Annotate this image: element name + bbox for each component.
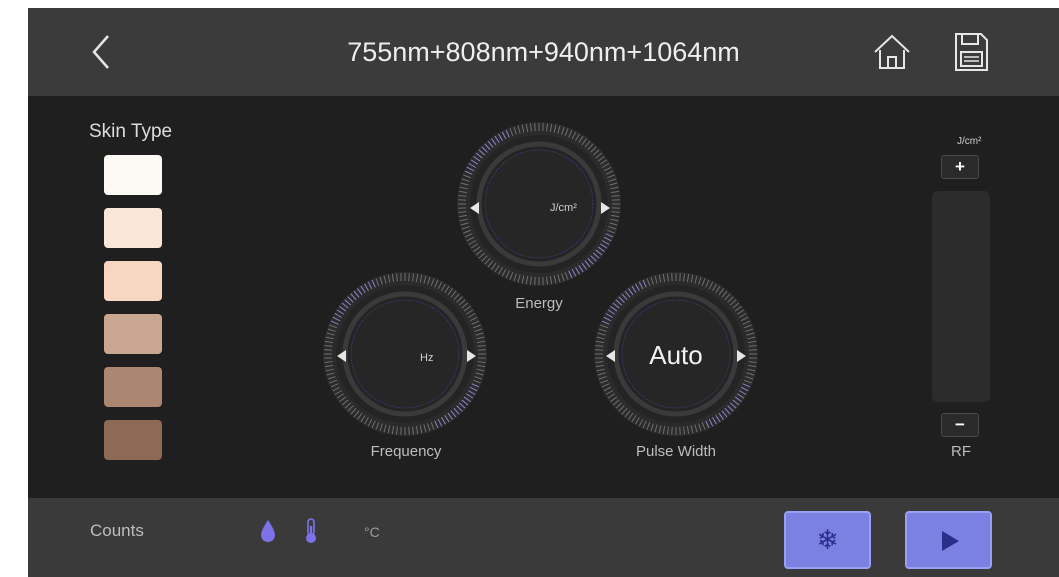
save-button[interactable]	[951, 30, 991, 74]
snowflake-icon: ❄	[816, 524, 839, 555]
frequency-label: Frequency	[370, 443, 442, 460]
frequency-knob	[323, 272, 487, 436]
cooling-button[interactable]: ❄	[784, 511, 871, 569]
frequency-dial[interactable]	[322, 271, 488, 437]
rf-increase-button[interactable]: +	[941, 155, 979, 179]
rf-label: RF	[951, 443, 971, 460]
frequency-increase-arrow[interactable]	[467, 350, 476, 362]
counts-label: Counts	[90, 521, 144, 540]
frequency-decrease-arrow[interactable]	[337, 350, 346, 362]
rf-decrease-button[interactable]: −	[941, 413, 979, 437]
skin-type-swatch-3[interactable]	[104, 261, 162, 301]
play-icon	[942, 531, 959, 551]
pulse-width-decrease-arrow[interactable]	[606, 350, 615, 362]
device-screen: 755nm+808nm+940nm+1064nm Skin Type J/cm²…	[28, 8, 1059, 577]
frequency-unit: Hz	[420, 352, 434, 364]
home-button[interactable]	[870, 30, 914, 74]
header-bar: 755nm+808nm+940nm+1064nm	[28, 8, 1059, 96]
skin-type-swatch-5[interactable]	[104, 367, 162, 407]
back-button[interactable]	[86, 32, 116, 72]
energy-decrease-arrow[interactable]	[470, 202, 479, 214]
skin-type-swatch-2[interactable]	[104, 208, 162, 248]
home-icon	[874, 34, 910, 69]
rf-level-bar[interactable]	[932, 191, 990, 402]
energy-dial[interactable]	[456, 121, 622, 287]
water-drop-icon	[261, 520, 275, 542]
skin-type-swatch-4[interactable]	[104, 314, 162, 354]
energy-knob	[457, 122, 621, 286]
temperature-unit: °C	[364, 524, 380, 540]
footer-bar: Counts °C ❄	[28, 498, 1059, 577]
floppy-disk-icon	[955, 33, 988, 71]
pulse-width-increase-arrow[interactable]	[737, 350, 746, 362]
skin-type-swatch-6[interactable]	[104, 420, 162, 460]
pulse-width-label: Pulse Width	[635, 443, 717, 460]
energy-increase-arrow[interactable]	[601, 202, 610, 214]
thermometer-icon	[306, 518, 316, 543]
skin-type-swatch-1[interactable]	[104, 155, 162, 195]
rf-unit: J/cm²	[957, 136, 982, 147]
energy-unit: J/cm²	[550, 202, 577, 214]
start-button[interactable]	[905, 511, 992, 569]
pulse-width-value: Auto	[649, 340, 703, 370]
chevron-left-icon	[92, 35, 109, 69]
skin-type-title: Skin Type	[89, 121, 173, 142]
